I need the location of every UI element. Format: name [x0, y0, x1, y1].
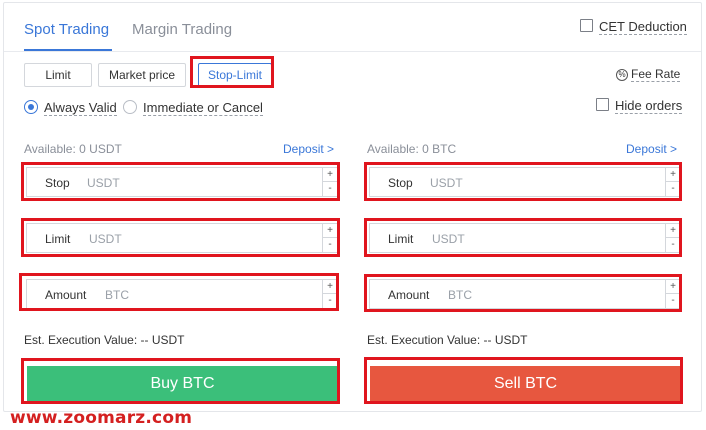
tab-margin-trading[interactable]: Margin Trading — [132, 21, 232, 38]
immediate-or-cancel-label[interactable]: Immediate or Cancel — [143, 100, 263, 116]
trading-panel: Spot Trading Margin Trading CET Deductio… — [3, 2, 702, 412]
highlight-sell-button — [364, 357, 683, 404]
order-type-limit[interactable]: Limit — [24, 63, 92, 87]
watermark-text: www.zoomarz.com — [10, 408, 193, 428]
buy-deposit-link[interactable]: Deposit > — [283, 142, 334, 156]
highlight-stop-limit — [190, 56, 274, 88]
highlight-sell-limit — [364, 218, 682, 257]
fee-rate-label: Fee Rate — [631, 67, 681, 82]
highlight-buy-amount — [19, 273, 339, 311]
fee-rate-link[interactable]: % Fee Rate — [616, 67, 681, 82]
tab-spot-trading[interactable]: Spot Trading — [24, 21, 109, 38]
percent-icon: % — [616, 68, 628, 81]
cet-deduction-checkbox[interactable] — [580, 19, 593, 32]
always-valid-radio[interactable] — [24, 100, 38, 114]
hide-orders-label[interactable]: Hide orders — [615, 98, 683, 114]
buy-execution-value: Est. Execution Value: -- USDT — [24, 333, 185, 347]
highlight-buy-stop — [21, 162, 340, 201]
order-type-market-price[interactable]: Market price — [98, 63, 186, 87]
always-valid-label[interactable]: Always Valid — [44, 100, 117, 116]
sell-deposit-link[interactable]: Deposit > — [626, 142, 677, 156]
cet-deduction-label[interactable]: CET Deduction — [599, 19, 687, 35]
hide-orders-checkbox[interactable] — [596, 98, 609, 111]
highlight-buy-limit — [21, 218, 340, 257]
highlight-buy-button — [21, 358, 340, 404]
tab-divider — [4, 51, 701, 52]
sell-execution-value: Est. Execution Value: -- USDT — [367, 333, 528, 347]
highlight-sell-stop — [364, 162, 682, 201]
immediate-or-cancel-radio[interactable] — [123, 100, 137, 114]
highlight-sell-amount — [364, 274, 682, 312]
sell-available-balance: Available: 0 BTC — [367, 142, 457, 156]
buy-available-balance: Available: 0 USDT — [24, 142, 122, 156]
